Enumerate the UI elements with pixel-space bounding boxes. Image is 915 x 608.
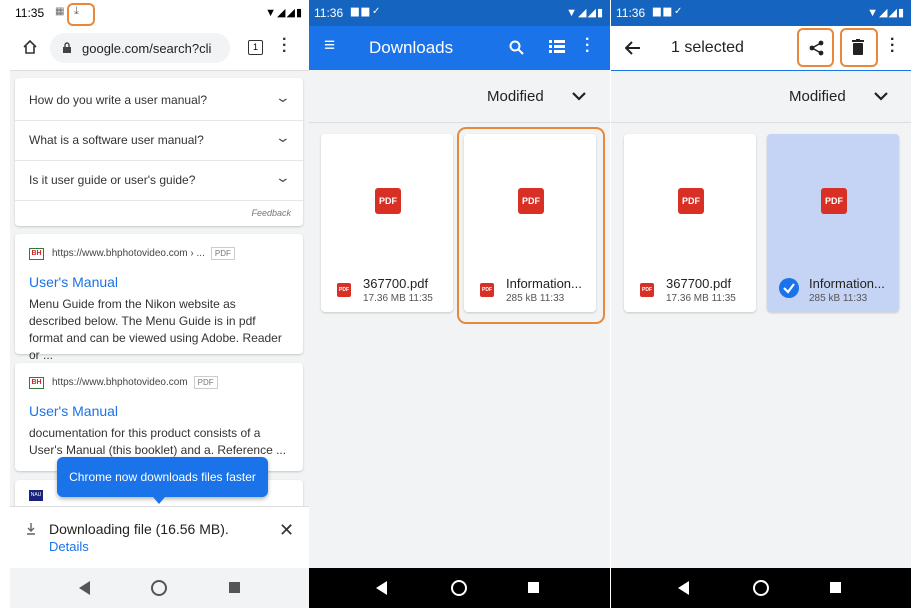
nav-home-icon[interactable] [151,580,167,596]
list-view-icon[interactable] [549,40,565,54]
result-snippet: Menu Guide from the Nikon website as des… [29,297,282,362]
result-source: BH https://www.bhphotovideo.com PDF [29,376,218,389]
file-name: 367700.pdf [363,276,429,291]
faq-question: How do you write a user manual? [29,93,208,107]
notification-icons: ▆ ▆ ✓ [653,6,683,17]
home-icon[interactable] [22,39,38,55]
system-status-icons: ▼◢◢▮ [265,7,303,19]
back-arrow-icon[interactable] [625,41,641,55]
tab-switcher-button[interactable]: 1 [248,40,263,55]
browser-toolbar: google.com/search?cli 1 · · · [10,26,309,71]
sort-bar[interactable]: Modified [611,70,911,123]
nav-home-icon[interactable] [451,580,467,596]
pdf-tag: PDF [210,247,235,260]
download-icon [27,523,35,535]
nav-back-icon[interactable] [79,581,90,595]
system-status-icons: ▼◢◢▮ [566,7,604,19]
search-result[interactable]: BH https://www.bhphotovideo.com › ... PDF … [15,234,303,362]
status-time: 11:35 [15,6,45,20]
status-time: 11:36 [314,6,344,20]
sort-bar[interactable]: Modified [309,70,610,123]
highlight-download-notification [67,3,95,26]
more-vert-icon[interactable]: · · · [890,32,895,60]
nav-recents-icon[interactable] [229,582,240,593]
chevron-down-icon: ⌄ [274,129,292,145]
sort-label: Modified [487,88,544,105]
url-text: google.com/search?cli [82,41,212,56]
page-title: Downloads [369,38,454,57]
result-snippet: documentation for this product consists … [29,426,287,457]
chevron-down-icon [874,92,888,101]
pdf-file-icon: PDF [678,188,704,214]
file-card-selected[interactable]: PDF Information... 285 kB 11:33 [767,134,899,312]
downloads-screen: 11:36 ▆ ▆ ✓ ▼◢◢▮ ≡ Downloads · · · Modifie… [309,0,610,608]
lock-icon [63,42,71,53]
nav-back-icon[interactable] [376,581,387,595]
sort-label: Modified [789,88,846,105]
file-card[interactable]: PDF PDF 367700.pdf 17.36 MB 11:35 [624,134,756,312]
pdf-small-icon: PDF [640,283,654,297]
downloads-selection-screen: 11:36 ▆ ▆ ✓ ▼◢◢▮ 1 selected · · · Modified… [611,0,911,608]
pdf-tag: PDF [193,376,218,389]
check-icon [779,278,799,298]
download-status-text: Downloading file (16.56 MB). [49,521,229,537]
faq-question: Is it user guide or user's guide? [29,173,196,187]
file-meta: 17.36 MB 11:35 [363,293,433,304]
file-meta: 17.36 MB 11:35 [666,293,736,304]
more-vert-icon[interactable]: · · · [585,32,590,60]
faq-item[interactable]: How do you write a user manual? ⌄ [15,80,303,121]
download-tooltip[interactable]: Chrome now downloads files faster [57,457,268,497]
nav-bar [309,568,610,608]
chevron-down-icon [572,92,586,101]
faq-item[interactable]: Is it user guide or user's guide? ⌄ [15,160,303,201]
chrome-screen: 11:35 ▦ ⤓ ▼◢◢▮ google.com/search?cli 1 ·… [10,0,309,608]
result-title[interactable]: User's Manual [29,403,118,419]
nav-home-icon[interactable] [753,580,769,596]
highlight-file-card [457,127,605,324]
pdf-file-icon: PDF [375,188,401,214]
menu-icon[interactable]: ≡ [324,35,335,57]
nav-recents-icon[interactable] [528,582,539,593]
file-name: 367700.pdf [666,276,732,291]
more-vert-icon[interactable]: · · · [282,32,287,60]
site-favicon: NAU [29,490,43,501]
nav-bar [611,568,911,608]
notification-icon: ▦ [55,6,65,17]
site-favicon: BH [29,247,44,260]
file-card[interactable]: PDF PDF 367700.pdf 17.36 MB 11:35 [321,134,453,312]
related-questions-card: How do you write a user manual? ⌄ What i… [15,78,303,226]
close-icon[interactable]: ✕ [279,520,294,541]
status-time: 11:36 [616,6,646,20]
site-favicon: BH [29,376,44,389]
file-name: Information... [809,276,885,291]
pdf-small-icon: PDF [337,283,351,297]
search-result[interactable]: BH https://www.bhphotovideo.com PDF User's… [15,363,303,471]
url-bar[interactable]: google.com/search?cli [50,33,230,63]
pdf-file-icon: PDF [821,188,847,214]
chevron-down-icon: ⌄ [274,169,292,185]
faq-item[interactable]: What is a software user manual? ⌄ [15,120,303,161]
status-bar: 11:36 ▆ ▆ ✓ ▼◢◢▮ [309,0,610,26]
highlight-delete-button [840,28,878,67]
details-link[interactable]: Details [49,539,89,554]
result-source: BH https://www.bhphotovideo.com › ... PDF [29,247,235,260]
nav-recents-icon[interactable] [830,582,841,593]
highlight-share-button [797,28,834,67]
tooltip-arrow [153,497,165,504]
app-bar: ≡ Downloads · · · [309,26,610,70]
system-status-icons: ▼◢◢▮ [867,7,905,19]
chevron-down-icon: ⌄ [274,89,292,105]
notification-icons: ▆ ▆ ✓ [351,6,381,17]
file-meta: 285 kB 11:33 [809,293,868,304]
faq-question: What is a software user manual? [29,133,204,147]
download-infobar: Downloading file (16.56 MB). Details ✕ [10,506,309,569]
selection-count: 1 selected [671,39,744,56]
feedback-link[interactable]: Feedback [251,208,291,218]
nav-bar [10,568,309,608]
nav-back-icon[interactable] [678,581,689,595]
status-bar: 11:35 ▦ ⤓ ▼◢◢▮ [10,0,309,26]
result-title[interactable]: User's Manual [29,274,118,290]
search-icon[interactable] [509,40,524,55]
status-bar: 11:36 ▆ ▆ ✓ ▼◢◢▮ [611,0,911,26]
